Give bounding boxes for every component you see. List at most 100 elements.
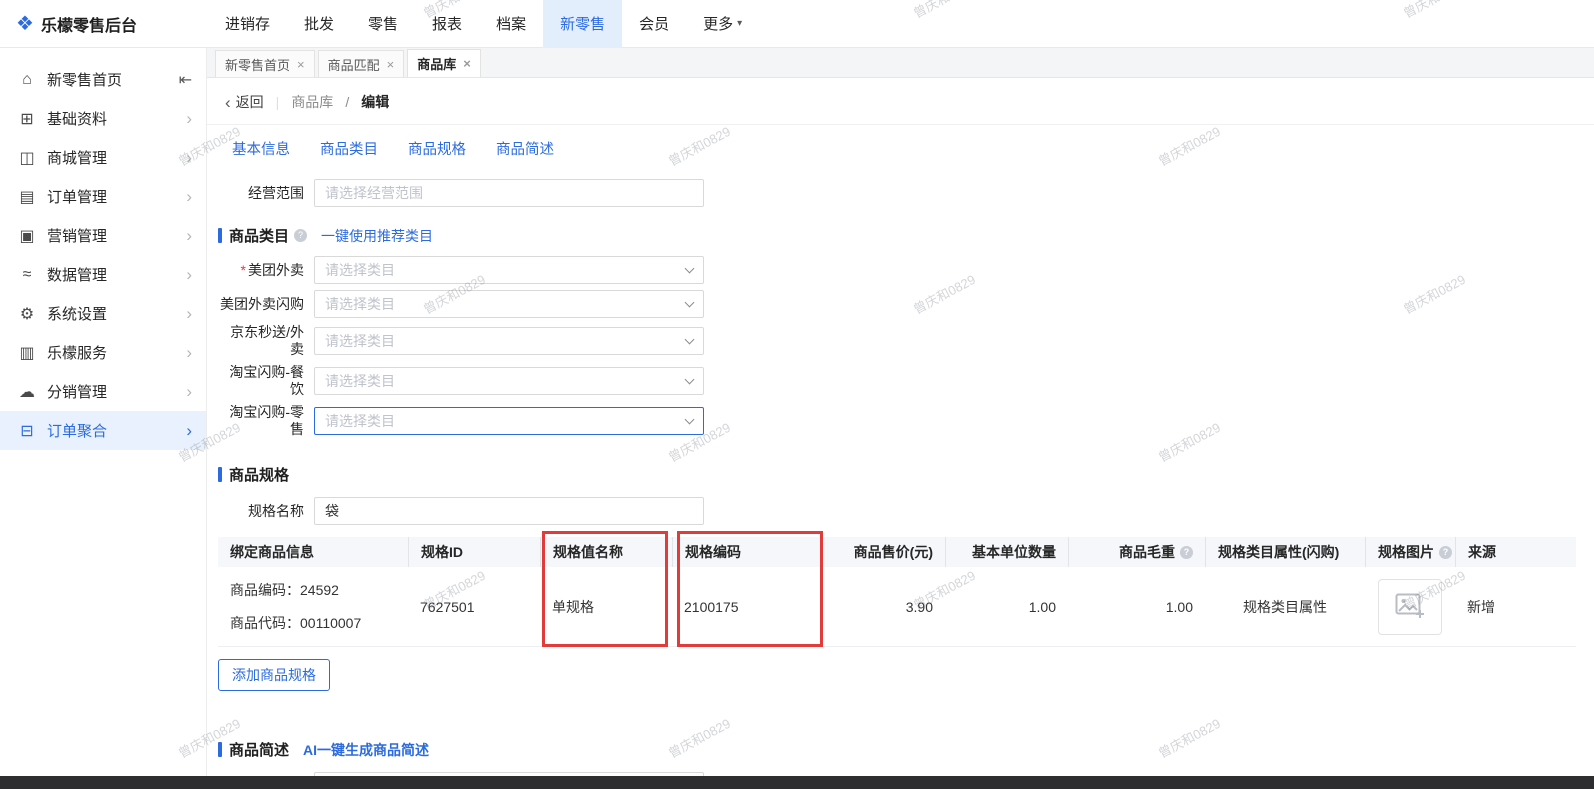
sidebar-item-order-aggregation[interactable]: ⊟ 订单聚合 › [0, 411, 206, 450]
select-placeholder: 请选择类目 [325, 262, 395, 278]
nav-members[interactable]: 会员 [622, 0, 686, 48]
category-select-taobao-canyin[interactable]: 请选择类目 [314, 367, 704, 395]
category-select-jd-miaosong[interactable]: 请选择类目 [314, 327, 704, 355]
close-icon[interactable]: × [387, 57, 395, 72]
required-asterisk: * [240, 261, 246, 278]
sidebar-item-distribution-management[interactable]: ☁ 分销管理 › [0, 372, 206, 411]
spec-code-cell: 2100175 [684, 598, 739, 615]
chevron-down-icon [684, 263, 695, 274]
tab-new-retail-home[interactable]: 新零售首页 × [215, 50, 315, 77]
sidebar-item-label: 乐檬服务 [47, 345, 108, 362]
category-row-taobao-lingshou: 淘宝闪购-零售 请选择类目 [218, 404, 1594, 438]
chart-icon: ≈ [22, 265, 32, 283]
chevron-right-icon: › [186, 226, 192, 245]
close-icon[interactable]: × [463, 56, 471, 71]
category-attr-cell[interactable]: 规格类目属性 [1205, 597, 1365, 617]
chevron-right-icon: › [186, 109, 192, 128]
sidebar-item-lemon-service[interactable]: ▥ 乐檬服务 › [0, 333, 206, 372]
app-logo: ❖ 乐檬零售后台 [0, 12, 206, 36]
nav-more[interactable]: 更多 ▾ [686, 0, 759, 48]
spec-table-header: 绑定商品信息 规格ID 规格值名称 规格编码 商品售价(元) 基本单位数量 商品… [218, 537, 1576, 567]
caret-down-icon: ▾ [737, 18, 743, 29]
category-select-meituan-waimai[interactable]: 请选择类目 [314, 256, 704, 284]
field-label: 淘宝闪购-餐饮 [229, 364, 304, 397]
column-header: 商品售价(元) [820, 537, 945, 567]
sidebar-item-home[interactable]: ⌂ 新零售首页 ⇤ [0, 60, 206, 99]
ai-generate-desc-link[interactable]: AI一键生成商品简述 [303, 740, 429, 760]
category-row-jd-miaosong: 京东秒送/外卖 请选择类目 [218, 324, 1594, 358]
sidebar-item-label: 营销管理 [47, 228, 108, 245]
divider: | [275, 94, 280, 110]
spec-id-cell: 7627501 [420, 598, 475, 615]
tab-label: 新零售首页 [225, 57, 291, 73]
tab-product-spec[interactable]: 商品规格 [408, 138, 466, 159]
gear-icon: ⚙ [19, 305, 35, 323]
spec-image-cell [1365, 578, 1455, 635]
column-header: 绑定商品信息 [230, 544, 314, 560]
business-scope-input[interactable] [314, 179, 704, 207]
sidebar-item-basic-data[interactable]: ⊞ 基础资料 › [0, 99, 206, 138]
sidebar-item-marketing-management[interactable]: ▣ 营销管理 › [0, 216, 206, 255]
logo-text: 乐檬零售后台 [40, 17, 137, 35]
nav-wholesale[interactable]: 批发 [287, 0, 351, 48]
section-accent-bar [218, 467, 222, 482]
spec-name-input[interactable] [314, 497, 704, 525]
info-icon[interactable]: ? [1439, 545, 1452, 559]
sidebar-item-data-management[interactable]: ≈ 数据管理 › [0, 255, 206, 294]
sidebar-item-label: 数据管理 [47, 267, 108, 284]
chevron-right-icon: › [186, 148, 192, 167]
field-label: * 美团外卖 [240, 261, 304, 278]
collapse-sidebar-icon[interactable]: ⇤ [179, 70, 192, 90]
chevron-right-icon: › [186, 304, 192, 323]
sidebar-item-label: 分销管理 [47, 384, 108, 401]
image-plus-icon [1395, 593, 1424, 618]
back-button[interactable]: ‹ 返回 [225, 92, 264, 112]
back-arrow-icon: ‹ [225, 92, 231, 112]
breadcrumb-parent[interactable]: 商品库 [291, 92, 333, 112]
spec-name-label: 规格名称 [248, 502, 304, 519]
column-header: 基本单位数量 [945, 537, 1068, 567]
section-title: 商品简述 [229, 742, 290, 759]
info-icon[interactable]: ? [1180, 545, 1193, 559]
sidebar-item-order-management[interactable]: ▤ 订单管理 › [0, 177, 206, 216]
use-recommended-category-link[interactable]: 一键使用推荐类目 [321, 226, 433, 246]
app-window: ❖ 乐檬零售后台 进销存 批发 零售 报表 档案 新零售 会员 更多 ▾ ⌂ 新… [0, 0, 1594, 789]
column-header: 规格类目属性(闪购) [1205, 537, 1365, 567]
category-select-meituan-shangou[interactable]: 请选择类目 [314, 290, 704, 318]
sidebar-item-mall-management[interactable]: ◫ 商城管理 › [0, 138, 206, 177]
base-unit-qty-cell: 1.00 [1028, 598, 1056, 615]
nav-inventory[interactable]: 进销存 [208, 0, 287, 48]
nav-archives[interactable]: 档案 [479, 0, 543, 48]
info-icon[interactable]: ? [294, 229, 308, 242]
section-title: 商品类目 [229, 228, 290, 245]
add-image-button[interactable] [1378, 578, 1442, 635]
chevron-right-icon: › [186, 421, 192, 440]
add-spec-button[interactable]: 添加商品规格 [218, 659, 330, 691]
desc-section-header: 商品简述 AI一键生成商品简述 [218, 739, 1594, 760]
nav-reports[interactable]: 报表 [415, 0, 479, 48]
screen-bottom-edge [0, 776, 1594, 789]
breadcrumb-separator: / [345, 94, 350, 110]
source-cell: 新增 [1467, 598, 1495, 615]
bound-product-info-cell: 商品编码：24592 商品代码：00110007 [218, 580, 408, 633]
column-header: 规格值名称 [540, 537, 672, 567]
close-icon[interactable]: × [297, 57, 305, 72]
nav-retail[interactable]: 零售 [351, 0, 415, 48]
tab-product-library[interactable]: 商品库 × [407, 49, 481, 77]
category-select-taobao-lingshou[interactable]: 请选择类目 [314, 407, 704, 435]
marketing-icon: ▣ [19, 227, 35, 245]
tab-product-category[interactable]: 商品类目 [320, 138, 378, 159]
tab-basic-info[interactable]: 基本信息 [232, 138, 290, 159]
tab-product-match[interactable]: 商品匹配 × [317, 50, 405, 77]
section-accent-bar [218, 228, 222, 243]
breadcrumb: ‹ 返回 | 商品库 / 编辑 [207, 86, 1594, 118]
column-header: 商品毛重? [1068, 537, 1205, 567]
top-nav: 进销存 批发 零售 报表 档案 新零售 会员 更多 ▾ [208, 0, 759, 48]
sidebar-item-label: 订单管理 [47, 189, 108, 206]
spec-name-row: 规格名称 [218, 497, 1594, 525]
chevron-right-icon: › [186, 265, 192, 284]
nav-more-label: 更多 [703, 16, 734, 33]
tab-product-desc[interactable]: 商品简述 [496, 138, 554, 159]
nav-new-retail[interactable]: 新零售 [543, 0, 623, 48]
sidebar-item-system-settings[interactable]: ⚙ 系统设置 › [0, 294, 206, 333]
